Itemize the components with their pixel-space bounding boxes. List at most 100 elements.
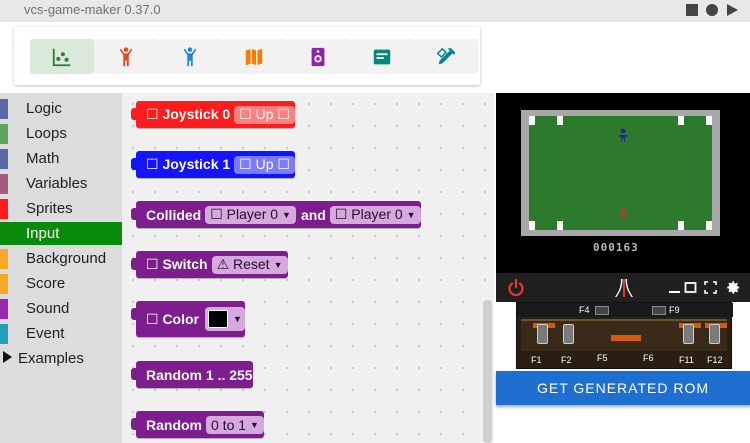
- color-swatch: [208, 310, 228, 328]
- category-color-swatch: [0, 174, 8, 194]
- category-sidebar: Logic Loops Math Variables Sprites Input…: [0, 93, 122, 443]
- category-math[interactable]: Math: [0, 147, 122, 170]
- block-label: ☐ Joystick 0: [146, 106, 231, 122]
- tool-player0-button[interactable]: [94, 39, 158, 74]
- random-fraction-block[interactable]: Random 0 to 1 ▼: [131, 411, 264, 438]
- wall-bump: [557, 116, 563, 125]
- tool-code-button[interactable]: [30, 39, 94, 74]
- random-range-block[interactable]: Random 1 .. 255: [131, 361, 253, 388]
- score-display: 000163: [593, 241, 639, 254]
- switch-block[interactable]: ☐ Switch ⚠ Reset ▼: [131, 251, 288, 278]
- reset-switch[interactable]: [709, 324, 720, 344]
- category-color-swatch: [0, 99, 8, 119]
- title-bar: vcs-game-maker 0.37.0: [0, 0, 750, 22]
- category-background[interactable]: Background: [0, 247, 122, 270]
- key-label[interactable]: F6: [643, 353, 654, 363]
- stop-square-icon[interactable]: [686, 4, 698, 16]
- game-screen[interactable]: 000163: [496, 93, 750, 273]
- select-switch[interactable]: [683, 324, 694, 344]
- design-tools-icon: [436, 47, 456, 64]
- category-color-swatch: [0, 249, 8, 269]
- tool-message-button[interactable]: [350, 39, 414, 74]
- dropdown-caret-icon: ▼: [250, 419, 259, 430]
- emulator-panel: 000163 F4 F9 F1 F2 F5 F6 F11 F12 GET GEN…: [496, 93, 750, 443]
- difficulty-switch[interactable]: [595, 306, 609, 315]
- category-input[interactable]: Input: [0, 222, 122, 245]
- gear-icon[interactable]: [726, 280, 741, 295]
- category-color-swatch: [0, 224, 8, 244]
- category-event[interactable]: Event: [0, 322, 122, 345]
- dropdown-value: ☐ Up ☐: [239, 156, 290, 172]
- category-label: Score: [26, 275, 66, 292]
- minimize-icon[interactable]: [668, 281, 681, 294]
- app-title: vcs-game-maker 0.37.0: [24, 2, 161, 17]
- collided-block[interactable]: Collided ☐ Player 0 ▼ and ☐ Player 0 ▼: [131, 201, 421, 228]
- flyout-scrollbar[interactable]: [483, 300, 492, 443]
- wall-bump: [678, 221, 684, 230]
- switch-dropdown[interactable]: ⚠ Reset ▼: [211, 255, 288, 274]
- dropdown-value: ☐ Player 0: [210, 206, 279, 222]
- block-label: Random 1 .. 255: [146, 366, 253, 383]
- player1-sprite: [619, 128, 627, 142]
- console-panel: [521, 319, 727, 351]
- category-label: Logic: [26, 100, 62, 117]
- get-generated-rom-button[interactable]: GET GENERATED ROM: [496, 371, 750, 405]
- key-label: F4: [579, 305, 590, 315]
- category-variables[interactable]: Variables: [0, 172, 122, 195]
- dropdown-value: ⚠ Reset: [216, 256, 270, 272]
- key-label[interactable]: F2: [561, 355, 572, 365]
- emulator-controls: [496, 273, 750, 302]
- difficulty-switch[interactable]: [652, 306, 666, 315]
- category-sprites[interactable]: Sprites: [0, 197, 122, 220]
- block-label: ☐ Color: [146, 310, 199, 327]
- tool-sound-button[interactable]: [286, 39, 350, 74]
- category-label: Math: [26, 150, 60, 167]
- tv-type-switch[interactable]: [563, 324, 574, 344]
- color-block[interactable]: ☐ Color ▼: [131, 301, 245, 337]
- direction-dropdown[interactable]: ☐ Up ☐: [234, 105, 295, 124]
- category-sound[interactable]: Sound: [0, 297, 122, 320]
- category-label: Examples: [18, 350, 84, 367]
- category-color-swatch: [0, 299, 8, 319]
- category-label: Sprites: [26, 200, 73, 217]
- fullscreen-icon[interactable]: [704, 281, 717, 294]
- category-score[interactable]: Score: [0, 272, 122, 295]
- category-examples[interactable]: Examples: [0, 347, 122, 370]
- window-icon[interactable]: [684, 281, 697, 294]
- joystick1-block[interactable]: ☐ Joystick 1 ☐ Up ☐: [131, 151, 295, 178]
- direction-dropdown[interactable]: ☐ Up ☐: [234, 155, 295, 174]
- dropdown-caret-icon: ▼: [282, 209, 291, 220]
- tool-map-button[interactable]: [222, 39, 286, 74]
- key-label[interactable]: F5: [597, 353, 608, 363]
- wall-bump: [678, 116, 684, 125]
- first-object-dropdown[interactable]: ☐ Player 0 ▼: [205, 205, 296, 224]
- record-circle-icon[interactable]: [706, 4, 718, 16]
- second-object-dropdown[interactable]: ☐ Player 0 ▼: [329, 205, 421, 224]
- power-icon[interactable]: [506, 278, 526, 298]
- category-color-swatch: [0, 324, 8, 344]
- tool-player1-button[interactable]: [158, 39, 222, 74]
- key-label[interactable]: F11: [679, 355, 694, 365]
- key-label[interactable]: F1: [531, 355, 542, 365]
- key-label: F9: [669, 305, 680, 315]
- person-arms-up-icon: [119, 46, 133, 66]
- tool-design-button[interactable]: [414, 39, 478, 74]
- joystick0-block[interactable]: ☐ Joystick 0 ☐ Up ☐: [131, 101, 295, 128]
- dropdown-caret-icon: ▼: [273, 259, 283, 270]
- category-label: Loops: [26, 125, 67, 142]
- category-loops[interactable]: Loops: [0, 122, 122, 145]
- category-color-swatch: [0, 124, 8, 144]
- play-triangle-icon[interactable]: [727, 4, 738, 16]
- atari-console: F4 F9 F1 F2 F5 F6 F11 F12: [516, 302, 733, 369]
- category-color-swatch: [0, 274, 8, 294]
- person-arms-up-icon: [183, 46, 197, 66]
- dropdown-value: ☐ Player 0: [334, 206, 403, 222]
- category-logic[interactable]: Logic: [0, 97, 122, 120]
- playfield: [529, 116, 712, 230]
- block-label: Collided: [146, 206, 202, 223]
- range-dropdown[interactable]: 0 to 1 ▼: [206, 415, 264, 434]
- power-switch[interactable]: [537, 324, 548, 344]
- key-label[interactable]: F12: [707, 355, 723, 365]
- color-picker[interactable]: ▼: [205, 307, 245, 331]
- category-color-swatch: [0, 199, 8, 219]
